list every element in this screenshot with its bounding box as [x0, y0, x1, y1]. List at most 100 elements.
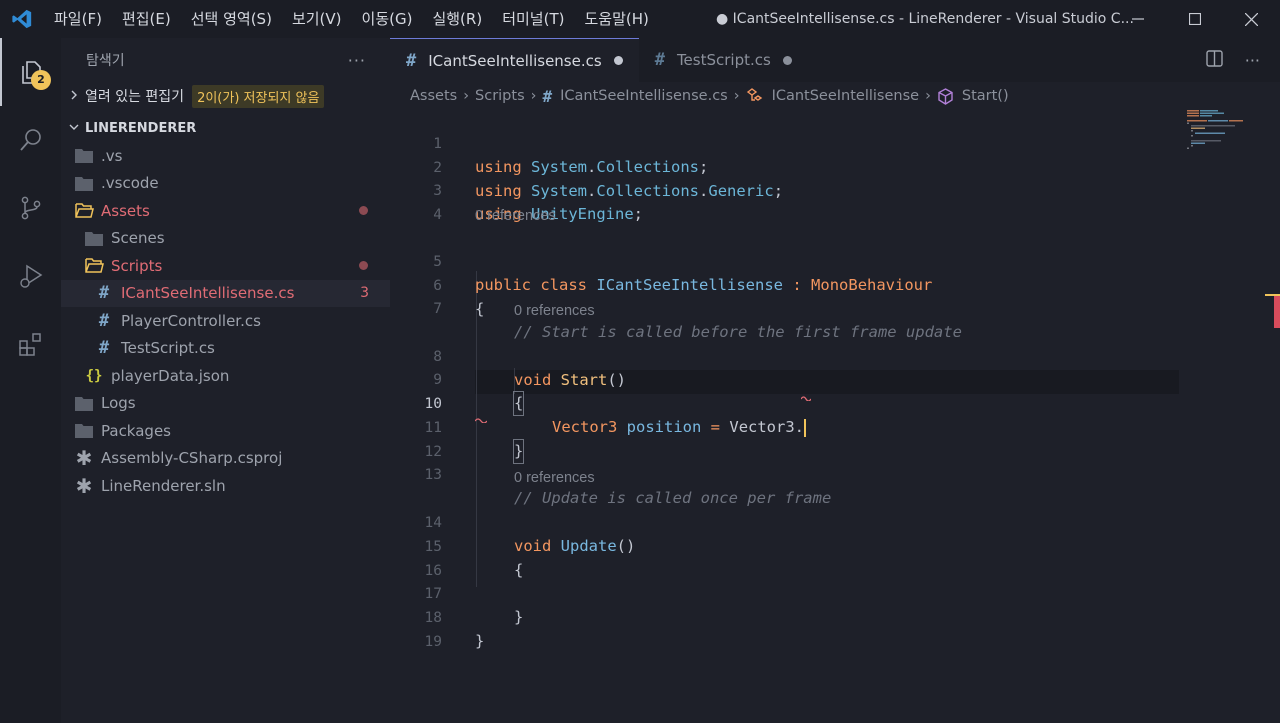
csharp-file-icon: #	[542, 86, 553, 106]
minimap[interactable]	[1185, 110, 1265, 723]
breadcrumb-item[interactable]: ICantSeeIntellisense.cs	[560, 88, 728, 104]
menu-go[interactable]: 이동(G)	[352, 0, 423, 38]
tab-testscript[interactable]: # TestScript.cs	[639, 38, 808, 82]
chevron-right-icon: ›	[925, 88, 931, 104]
csharp-file-icon: #	[654, 50, 665, 70]
title-bar: 파일(F) 편집(E) 선택 영역(S) 보기(V) 이동(G) 실행(R) 터…	[0, 0, 1280, 38]
tree-item-label: Packages	[101, 421, 171, 440]
method-icon	[937, 87, 954, 105]
menu-help[interactable]: 도움말(H)	[574, 0, 658, 38]
code-line-19: 19	[424, 634, 442, 650]
project-section[interactable]: LINERENDERER	[61, 114, 390, 142]
search-button[interactable]	[0, 106, 61, 174]
modified-dot	[359, 206, 368, 216]
tree-item-playerdata[interactable]: {} playerData.json	[61, 362, 390, 390]
breadcrumb-item[interactable]: Start()	[962, 88, 1009, 104]
tree-item-label: Scripts	[111, 256, 163, 275]
tree-item-playercontroller[interactable]: # PlayerController.cs	[61, 307, 390, 335]
unsaved-dot[interactable]	[782, 55, 792, 65]
tab-label: ICantSeeIntellisense.cs	[428, 51, 602, 70]
code-editor[interactable]: 1 using System.Collections; 2 using Syst…	[390, 110, 1185, 723]
code-line-5: 5 public class ICantSeeIntellisense : Mo…	[433, 254, 933, 294]
folder-open-icon	[73, 201, 95, 221]
menu-view[interactable]: 보기(V)	[282, 0, 352, 38]
maximize-button[interactable]	[1166, 0, 1223, 38]
code-line-2: 2 using System.Collections.Generic;	[433, 159, 784, 200]
tree-item-scripts[interactable]: Scripts	[61, 252, 390, 280]
window-title: ● ICantSeeIntellisense.cs - LineRenderer…	[716, 11, 1134, 27]
run-debug-button[interactable]	[0, 242, 61, 310]
tree-item-label: .vs	[101, 146, 123, 165]
close-button[interactable]	[1223, 0, 1280, 38]
window-controls	[1109, 0, 1280, 38]
menu-bar: 파일(F) 편집(E) 선택 영역(S) 보기(V) 이동(G) 실행(R) 터…	[44, 0, 659, 38]
unsaved-dot[interactable]	[613, 56, 623, 65]
tree-item-packages[interactable]: Packages	[61, 417, 390, 445]
code-line-8: 8 void Start()	[433, 348, 627, 389]
tree-item-scenes[interactable]: Scenes	[61, 225, 390, 253]
more-actions-icon[interactable]: ···	[1245, 51, 1260, 70]
folder-icon	[83, 228, 105, 248]
references-codelens[interactable]: 0 references	[514, 303, 595, 319]
breadcrumb-item[interactable]: Scripts	[475, 88, 525, 104]
code-line-3: 3 using UnityEngine;	[433, 183, 644, 223]
tree-item-label: LineRenderer.sln	[101, 476, 226, 495]
tree-item-vs[interactable]: .vs	[61, 142, 390, 170]
chevron-right-icon	[67, 89, 81, 103]
open-editors-section[interactable]: 열려 있는 편집기 2이(가) 저장되지 않음	[61, 82, 390, 110]
code-line-9: 9 {	[390, 346, 1185, 416]
tree-item-label: Logs	[101, 394, 136, 413]
run-debug-icon	[19, 264, 42, 288]
tree-item-label: Assembly-CSharp.csproj	[101, 449, 283, 468]
folder-icon	[73, 421, 95, 441]
minimize-button[interactable]	[1109, 0, 1166, 38]
search-icon	[19, 129, 41, 151]
tab-icantseeintellisense[interactable]: # ICantSeeIntellisense.cs	[390, 38, 639, 82]
breadcrumb-item[interactable]: ICantSeeIntellisense	[772, 88, 920, 104]
csharp-file-icon: #	[406, 50, 417, 71]
split-editor-icon[interactable]	[1206, 49, 1223, 71]
menu-edit[interactable]: 편집(E)	[112, 0, 181, 38]
menu-run[interactable]: 실행(R)	[422, 0, 492, 38]
chevron-right-icon: ›	[463, 88, 470, 104]
tree-item-csproj[interactable]: ✱ Assembly-CSharp.csproj	[61, 445, 390, 473]
code-line-10: 10 Vector3 position = Vector3.	[424, 396, 807, 437]
source-control-button[interactable]	[0, 174, 61, 242]
menu-file[interactable]: 파일(F)	[44, 0, 112, 38]
references-codelens[interactable]: 0 references	[514, 470, 595, 486]
tree-item-sln[interactable]: ✱ LineRenderer.sln	[61, 472, 390, 500]
folder-open-icon	[83, 256, 105, 276]
tab-actions: ···	[1206, 38, 1260, 82]
tree-item-label: ICantSeeIntellisense.cs	[121, 284, 295, 303]
menu-selection[interactable]: 선택 영역(S)	[181, 0, 282, 38]
tree-item-label: Assets	[101, 201, 150, 220]
tree-item-vscode[interactable]: .vscode	[61, 170, 390, 198]
overview-ruler-error	[1274, 296, 1280, 328]
tree-item-label: playerData.json	[111, 366, 230, 385]
tree-item-assets[interactable]: Assets	[61, 197, 390, 225]
class-icon	[746, 88, 764, 104]
unsaved-badge: 2이(가) 저장되지 않음	[192, 84, 325, 108]
references-codelens[interactable]: 0 references	[475, 208, 556, 224]
tree-item-icantseeintellisense[interactable]: # ICantSeeIntellisense.cs 3	[61, 279, 390, 307]
tree-item-testscript[interactable]: # TestScript.cs	[61, 335, 390, 363]
tree-item-logs[interactable]: Logs	[61, 390, 390, 418]
more-actions-icon[interactable]: ···	[348, 51, 366, 70]
asterisk-icon: ✱	[75, 446, 93, 471]
menu-terminal[interactable]: 터미널(T)	[492, 0, 574, 38]
chevron-right-icon: ›	[530, 88, 537, 104]
code-line-7: 7 // Start is called before the first fr…	[433, 301, 962, 341]
source-control-icon	[21, 196, 40, 220]
code-line-17: 17 }	[424, 586, 524, 626]
explorer-button[interactable]: 2	[0, 38, 61, 106]
breadcrumb-item[interactable]: Assets	[410, 88, 457, 104]
modified-dot	[359, 261, 368, 271]
vscode-logo-icon	[0, 0, 44, 38]
open-editors-label: 열려 있는 편집기	[85, 89, 185, 105]
code-line-6: 6 {	[433, 277, 485, 318]
activity-bar: 2	[0, 38, 61, 723]
csharp-file-icon: #	[98, 310, 110, 331]
sidebar-title: 탐색기	[86, 53, 125, 69]
extensions-button[interactable]	[0, 310, 61, 378]
folder-icon	[73, 146, 95, 166]
